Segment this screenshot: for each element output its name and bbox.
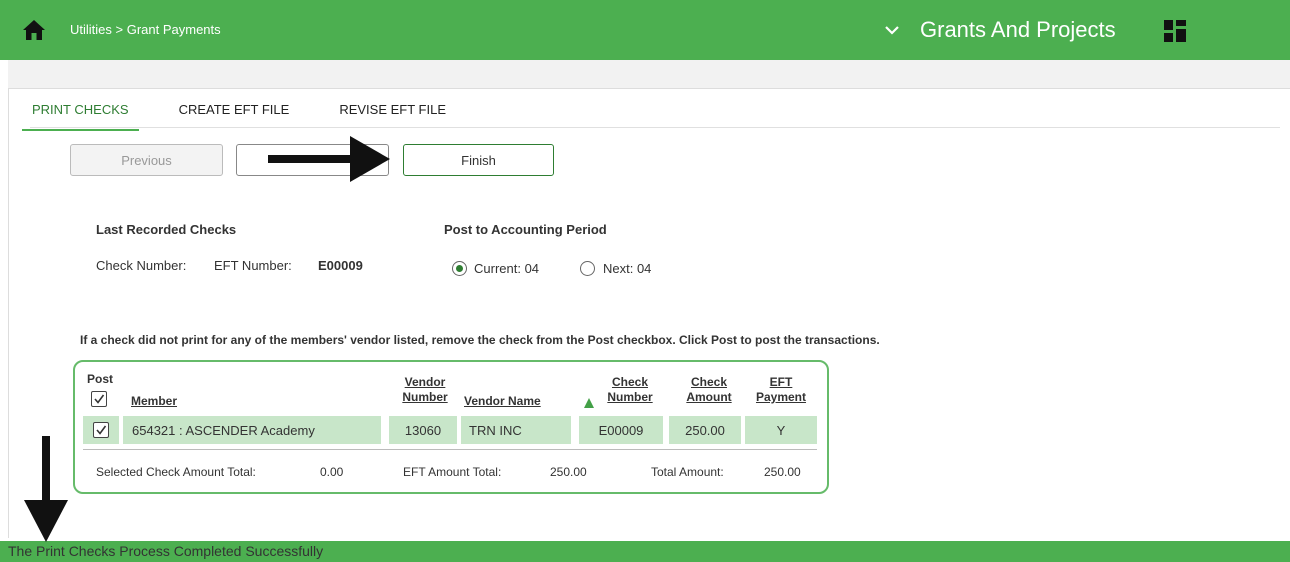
row-vendor-number-cell: 13060	[389, 416, 457, 444]
post-period-title: Post to Accounting Period	[444, 222, 607, 237]
vendor-number-header-line2: Number	[402, 390, 448, 404]
check-amount-header-line1: Check	[690, 375, 728, 389]
check-number-header[interactable]: Check Number	[602, 375, 658, 405]
selected-total-value: 0.00	[320, 465, 344, 479]
home-icon[interactable]	[22, 19, 46, 41]
row-post-cell	[83, 416, 119, 444]
eft-total-value: 250.00	[550, 465, 587, 479]
row-eft-payment-cell: Y	[745, 416, 817, 444]
row-check-number-cell: E00009	[579, 416, 663, 444]
instructions-text: If a check did not print for any of the …	[80, 333, 880, 347]
next-period-radio[interactable]	[580, 261, 595, 276]
total-amount-value: 250.00	[764, 465, 801, 479]
post-header: Post	[87, 372, 114, 386]
module-title[interactable]: Grants And Projects	[920, 17, 1116, 43]
breadcrumb[interactable]: Utilities > Grant Payments	[70, 22, 221, 37]
arrow-down-annotation	[24, 436, 68, 542]
check-amount-header[interactable]: Check Amount	[680, 375, 738, 405]
check-number-header-line1: Check	[611, 375, 649, 389]
last-recorded-title: Last Recorded Checks	[96, 222, 237, 237]
grid-icon[interactable]	[1164, 20, 1186, 42]
row-check-amount-cell: 250.00	[669, 416, 741, 444]
arrow-right-annotation	[268, 136, 390, 182]
post-all-checkbox[interactable]	[91, 391, 107, 407]
eft-number-label: EFT Number:	[214, 258, 292, 273]
current-period-radio[interactable]	[452, 261, 467, 276]
eft-total-label: EFT Amount Total:	[403, 465, 502, 479]
check-amount-header-line2: Amount	[686, 390, 732, 404]
eft-payment-header[interactable]: EFT Payment	[748, 375, 814, 405]
vendor-number-header-line1: Vendor	[404, 375, 446, 389]
status-message: The Print Checks Process Completed Succe…	[8, 543, 324, 559]
row-post-checkbox[interactable]	[93, 422, 109, 438]
row-member-cell: 654321 : ASCENDER Academy	[123, 416, 381, 444]
finish-button[interactable]: Finish	[403, 144, 554, 176]
current-period-label: Current: 04	[474, 261, 540, 276]
next-period-label: Next: 04	[603, 261, 652, 276]
check-number-label: Check Number:	[96, 258, 187, 273]
total-amount-label: Total Amount:	[651, 465, 724, 479]
tab-divider	[30, 127, 1280, 128]
chevron-down-icon[interactable]	[884, 24, 900, 36]
sub-bar	[8, 60, 1290, 88]
sort-ascending-icon[interactable]	[584, 398, 594, 408]
vendor-number-header[interactable]: Vendor Number	[395, 375, 455, 405]
totals-divider	[83, 449, 817, 450]
selected-total-label: Selected Check Amount Total:	[96, 465, 256, 479]
vendor-name-header[interactable]: Vendor Name	[464, 394, 541, 409]
eft-number-value: E00009	[318, 258, 363, 273]
eft-payment-header-line2: Payment	[755, 390, 807, 404]
previous-button[interactable]: Previous	[70, 144, 223, 176]
member-header[interactable]: Member	[131, 394, 177, 409]
check-number-header-line2: Number	[607, 390, 653, 404]
row-vendor-name-cell: TRN INC	[461, 416, 571, 444]
eft-payment-header-line1: EFT	[769, 375, 793, 389]
